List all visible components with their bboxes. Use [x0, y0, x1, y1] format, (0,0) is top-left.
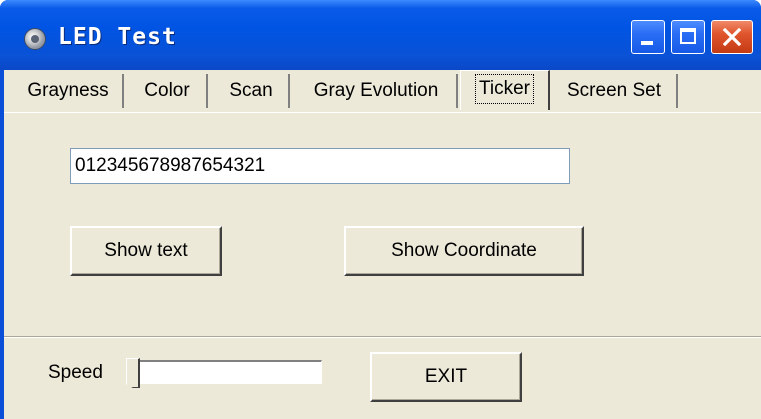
tab-ticker[interactable]: Ticker	[460, 70, 550, 110]
speed-label: Speed	[48, 362, 103, 383]
tab-color[interactable]: Color	[128, 74, 208, 108]
tab-label: Grayness	[27, 80, 109, 101]
tab-strip: Grayness Color Scan Gray Evolution Ticke…	[4, 70, 761, 114]
slider-thumb[interactable]	[126, 358, 140, 388]
tab-label: Screen Set	[567, 80, 661, 101]
show-text-button[interactable]: Show text	[70, 226, 222, 276]
speed-slider[interactable]	[126, 358, 322, 388]
tab-label: Color	[144, 80, 190, 101]
tab-grayness[interactable]: Grayness	[14, 74, 124, 108]
minimize-button[interactable]	[631, 20, 665, 54]
title-bar[interactable]: LED Test	[0, 0, 761, 70]
maximize-button[interactable]	[671, 20, 705, 54]
tab-scan[interactable]: Scan	[214, 74, 290, 108]
client-area: Grayness Color Scan Gray Evolution Ticke…	[4, 70, 761, 419]
window-title: LED Test	[58, 24, 177, 50]
tab-label: Gray Evolution	[313, 80, 439, 101]
disc-icon[interactable]	[24, 28, 46, 50]
exit-button[interactable]: EXIT	[370, 352, 522, 402]
show-coordinate-button[interactable]: Show Coordinate	[344, 226, 584, 276]
tab-screen-set[interactable]: Screen Set	[552, 74, 678, 108]
tab-divider	[4, 112, 761, 113]
tab-label: Scan	[229, 80, 273, 101]
tab-label: Ticker	[474, 74, 535, 104]
separator-highlight	[4, 337, 761, 338]
slider-track[interactable]	[126, 360, 322, 384]
ticker-text-input[interactable]	[70, 148, 570, 184]
close-button[interactable]	[711, 20, 753, 54]
app-window: LED Test Grayness Color Scan Gray Evolut	[0, 0, 761, 419]
close-icon	[722, 28, 742, 46]
tab-gray-evolution[interactable]: Gray Evolution	[296, 74, 458, 108]
